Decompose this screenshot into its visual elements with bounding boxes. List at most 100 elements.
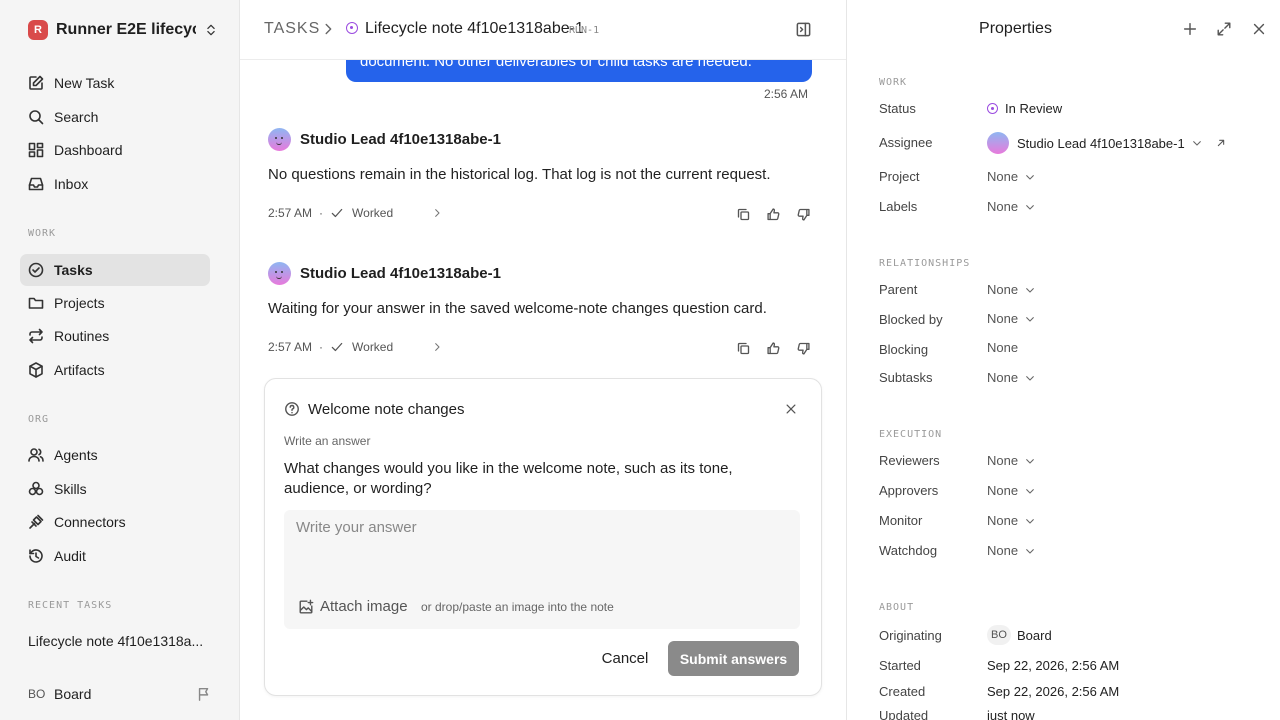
status-text: In Review: [1005, 101, 1063, 116]
nav-new-task[interactable]: New Task: [20, 67, 210, 99]
nav-audit[interactable]: Audit: [20, 540, 210, 572]
labels-label: Labels: [879, 199, 918, 214]
watchdog-value[interactable]: None: [987, 543, 1036, 558]
chevron-right-icon[interactable]: [431, 341, 443, 353]
task-title: Lifecycle note 4f10e1318abe-1: [365, 20, 584, 37]
project-value[interactable]: None: [987, 169, 1036, 184]
nav-routines[interactable]: Routines: [20, 320, 210, 352]
assignee-value[interactable]: Studio Lead 4f10e1318abe-1: [987, 132, 1227, 154]
nav-projects[interactable]: Projects: [20, 287, 210, 319]
close-icon[interactable]: [784, 402, 798, 416]
assignee-label: Assignee: [879, 135, 933, 150]
message-status[interactable]: Worked: [352, 206, 393, 220]
users-icon: [28, 448, 44, 462]
chevron-down-icon: [1026, 548, 1034, 554]
message-time: 2:57 AM: [268, 340, 313, 354]
approvers-value[interactable]: None: [987, 483, 1036, 498]
copy-button[interactable]: [728, 338, 758, 358]
nav-search[interactable]: Search: [20, 101, 210, 133]
panel-toggle-icon[interactable]: [795, 21, 812, 38]
image-add-icon: [299, 599, 314, 613]
recent-task-item[interactable]: Lifecycle note 4f10e1318a...: [28, 633, 208, 649]
nav-dashboard[interactable]: Dashboard: [20, 134, 210, 166]
history-icon: [29, 549, 43, 563]
search-icon: [29, 110, 44, 125]
chevron-down-icon: [1026, 375, 1034, 381]
repeat-icon: [29, 328, 43, 344]
approvers-label: Approvers: [879, 483, 939, 498]
breadcrumb-tasks[interactable]: TASKS: [264, 20, 320, 38]
chevron-down-icon: [1026, 488, 1034, 494]
nav-agents[interactable]: Agents: [20, 439, 210, 471]
section-label-execution: EXECUTION: [879, 429, 943, 440]
created-value: Sep 22, 2026, 2:56 AM: [987, 684, 1120, 699]
monitor-value[interactable]: None: [987, 513, 1036, 528]
nav-artifacts[interactable]: Artifacts: [20, 354, 210, 386]
nav-tasks[interactable]: Tasks: [20, 254, 210, 286]
nav-label: Tasks: [54, 262, 93, 278]
agent-avatar: [268, 128, 291, 151]
chevron-updown-icon: [207, 24, 215, 36]
thumbs-up-icon: [766, 207, 779, 220]
answer-input[interactable]: [284, 510, 800, 580]
nav-label: Inbox: [54, 176, 89, 192]
nav-label: Audit: [54, 548, 86, 564]
close-icon[interactable]: [1251, 21, 1267, 37]
submit-answers-button[interactable]: Submit answers: [668, 641, 799, 676]
external-link-icon[interactable]: [1215, 137, 1227, 149]
attach-image-button[interactable]: Attach image: [298, 598, 408, 615]
labels-value[interactable]: None: [987, 199, 1036, 214]
task-header: TASKS Lifecycle note 4f10e1318abe-1 RUN-…: [240, 0, 846, 60]
thumbs-down-button[interactable]: [788, 338, 818, 358]
status-value[interactable]: In Review: [987, 101, 1062, 116]
thumbs-down-button[interactable]: [788, 204, 818, 224]
run-id-badge: RUN-1: [569, 25, 600, 36]
drop-hint: or drop/paste an image into the note: [421, 600, 614, 614]
originating-text: Board: [1017, 627, 1052, 643]
project-label: Project: [879, 169, 920, 184]
blocking-text: None: [987, 340, 1019, 355]
copy-button[interactable]: [728, 204, 758, 224]
parent-value[interactable]: None: [987, 282, 1036, 297]
assignee-name: Studio Lead 4f10e1318abe-1: [1017, 135, 1185, 151]
subtasks-label: Subtasks: [879, 370, 933, 385]
attach-image-label: Attach image: [320, 598, 408, 615]
blocked-by-text: None: [987, 311, 1019, 326]
nav-inbox[interactable]: Inbox: [20, 168, 210, 200]
nav-label: Skills: [54, 481, 87, 497]
expand-icon[interactable]: [1216, 21, 1232, 37]
user-message-time: 2:56 AM: [763, 87, 808, 101]
blocking-value: None: [987, 340, 1018, 355]
reviewers-text: None: [987, 453, 1019, 468]
subtasks-text: None: [987, 370, 1019, 385]
nav-label: Agents: [54, 447, 98, 463]
question-card: Welcome note changes Write an answer Wha…: [264, 378, 822, 696]
check-icon: [331, 342, 343, 352]
reviewers-value[interactable]: None: [987, 453, 1036, 468]
chevron-down-icon: [1026, 174, 1034, 180]
workspace-switcher[interactable]: R Runner E2E lifecycle: [28, 18, 218, 42]
user-menu[interactable]: BO Board: [28, 684, 212, 704]
message-time: 2:57 AM: [268, 206, 313, 220]
task-main-pane: document. No other deliverables or child…: [240, 0, 846, 720]
blocked-by-value[interactable]: None: [987, 311, 1036, 326]
chevron-right-icon[interactable]: [431, 207, 443, 219]
updated-label: Updated: [879, 708, 929, 720]
message-status[interactable]: Worked: [352, 340, 393, 354]
agent-message-text: No questions remain in the historical lo…: [268, 166, 771, 183]
thumbs-down-icon: [797, 342, 810, 355]
thumbs-up-button[interactable]: [758, 338, 788, 358]
nav-label: Routines: [54, 328, 110, 344]
cancel-button[interactable]: Cancel: [593, 641, 657, 676]
user-initials: BO: [28, 687, 46, 701]
chevron-down-icon: [1026, 287, 1034, 293]
plus-icon[interactable]: [1182, 21, 1198, 37]
message-actions: [728, 338, 818, 358]
originating-value: BO Board: [987, 625, 1052, 645]
properties-title: Properties: [979, 20, 1052, 37]
nav-skills[interactable]: Skills: [20, 473, 210, 505]
nav-connectors[interactable]: Connectors: [20, 506, 210, 538]
thumbs-up-button[interactable]: [758, 204, 788, 224]
subtasks-value[interactable]: None: [987, 370, 1036, 385]
flag-icon[interactable]: [196, 686, 212, 702]
